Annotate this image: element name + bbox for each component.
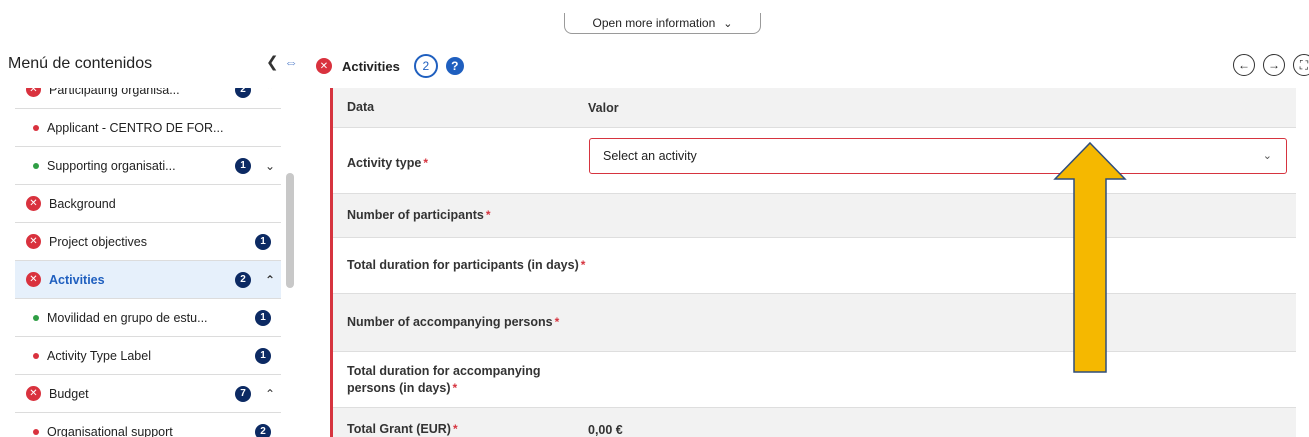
count-badge: 1 xyxy=(255,233,271,250)
question-icon[interactable]: ? xyxy=(445,57,464,75)
sidebar-item-background[interactable]: ✕ Background xyxy=(15,185,281,223)
x-circle-icon: ✕ xyxy=(26,88,41,97)
sidebar-scrollbar[interactable] xyxy=(286,173,294,288)
table-row: Total Grant (EUR) * 0,00 € xyxy=(333,408,1296,437)
table-header-row: Data Valor xyxy=(333,88,1296,128)
open-more-information-label: Open more information xyxy=(592,16,716,30)
sidebar-item-project-objectives[interactable]: ✕ Project objectives 1 xyxy=(15,223,281,261)
count-badge: 1 xyxy=(235,157,251,174)
status-dot-icon xyxy=(33,314,39,321)
required-asterisk: * xyxy=(580,258,586,272)
sidebar-item-label: Supporting organisati... xyxy=(47,158,176,173)
status-dot-icon xyxy=(33,428,39,435)
total-grant-value: 0,00 € xyxy=(588,422,623,437)
page-title: Activities xyxy=(342,58,400,74)
status-dot-icon xyxy=(33,352,39,359)
sidebar-item-supporting-organisations[interactable]: Supporting organisati... 1 ⌄ xyxy=(15,147,281,185)
field-label-text: Number of participants xyxy=(347,208,484,222)
count-badge: 1 xyxy=(255,347,271,364)
required-asterisk: * xyxy=(423,156,429,170)
field-label-text: Total Grant (EUR) xyxy=(347,422,451,436)
arrow-right-icon[interactable]: → xyxy=(1263,54,1285,76)
sidebar-scroll-area: ✕ Participating organisa... 2 ⌃ Applican… xyxy=(0,88,296,437)
chevron-down-icon: ⌄ xyxy=(723,17,733,30)
sidebar-item-organisational-support[interactable]: Organisational support 2 xyxy=(15,413,281,437)
field-label-text: Total duration for participants (in days… xyxy=(347,258,579,272)
sidebar-title: Menú de contenidos xyxy=(8,55,153,72)
sidebar-header: Menú de contenidos ❮ ⇔ xyxy=(8,53,300,75)
x-circle-icon: ✕ xyxy=(26,386,41,401)
required-asterisk: * xyxy=(452,380,458,395)
field-label-text: Number of accompanying persons xyxy=(347,315,553,329)
sidebar-item-applicant[interactable]: Applicant - CENTRO DE FOR... xyxy=(15,109,281,147)
field-label: Number of participants * xyxy=(333,207,588,224)
field-label: Number of accompanying persons * xyxy=(333,314,588,331)
error-count-badge[interactable]: 2 xyxy=(413,54,438,78)
sidebar-item-label: Background xyxy=(49,196,116,211)
table-row: Total duration for participants (in days… xyxy=(333,238,1296,294)
column-header-data: Data xyxy=(347,100,375,114)
field-label: Total duration for participants (in days… xyxy=(333,257,588,274)
chevron-up-icon[interactable]: ⌃ xyxy=(259,273,281,287)
sidebar-item-movilidad[interactable]: Movilidad en grupo de estu... 1 xyxy=(15,299,281,337)
field-label: Activity type * xyxy=(333,149,588,172)
field-label-text: Activity type xyxy=(347,156,422,170)
sidebar-item-label: Activities xyxy=(49,272,105,287)
sidebar-item-label: Participating organisa... xyxy=(49,88,180,97)
field-label-text: Total duration for accompanying persons … xyxy=(347,363,541,395)
field-label: Total duration for accompanying persons … xyxy=(333,363,588,397)
table-row: Number of participants * xyxy=(333,194,1296,238)
sidebar-item-label: Applicant - CENTRO DE FOR... xyxy=(47,120,224,135)
chevron-up-icon[interactable]: ⌃ xyxy=(259,88,281,97)
table-row: Total duration for accompanying persons … xyxy=(333,352,1296,408)
chevron-down-icon[interactable]: ⌄ xyxy=(259,159,281,173)
required-asterisk: * xyxy=(554,315,560,329)
status-dot-icon xyxy=(33,124,39,131)
open-more-information-toggle[interactable]: Open more information ⌄ xyxy=(564,13,761,34)
fullscreen-icon[interactable]: ⛶ xyxy=(1293,54,1309,76)
sidebar-item-label: Activity Type Label xyxy=(47,348,151,363)
x-circle-icon: ✕ xyxy=(26,272,41,287)
status-dot-icon xyxy=(33,162,39,169)
chevron-left-icon[interactable]: ❮ xyxy=(266,53,279,71)
activity-type-select[interactable]: Select an activity ⌄ xyxy=(589,138,1287,174)
x-circle-icon: ✕ xyxy=(26,234,41,249)
sidebar-item-budget[interactable]: ✕ Budget 7 ⌃ xyxy=(15,375,281,413)
required-asterisk: * xyxy=(485,208,491,222)
table-row: Number of accompanying persons * xyxy=(333,294,1296,352)
sidebar-item-label: Organisational support xyxy=(47,424,173,437)
double-arrow-icon[interactable]: ⇔ xyxy=(284,54,298,70)
annotation-arrow-shape xyxy=(1053,141,1127,373)
activities-table: Data Valor Activity type * Select an acti… xyxy=(330,88,1296,437)
sidebar-item-activity-type-label[interactable]: Activity Type Label 1 xyxy=(15,337,281,375)
chevron-down-icon: ⌄ xyxy=(1262,150,1272,162)
required-asterisk: * xyxy=(452,422,458,436)
activity-type-placeholder: Select an activity xyxy=(603,149,697,163)
sidebar-item-label: Movilidad en grupo de estu... xyxy=(47,310,208,325)
sidebar-item-label: Budget xyxy=(49,386,89,401)
column-header-valor: Valor xyxy=(588,100,619,115)
sidebar-item-label: Project objectives xyxy=(49,234,147,249)
field-label: Total Grant (EUR) * xyxy=(333,421,588,437)
count-badge: 1 xyxy=(255,309,271,326)
count-badge: 7 xyxy=(235,385,251,402)
sidebar-item-participating-organisations[interactable]: ✕ Participating organisa... 2 ⌃ xyxy=(15,88,281,109)
count-badge: 2 xyxy=(255,423,271,437)
sidebar-item-activities[interactable]: ✕ Activities 2 ⌃ xyxy=(15,261,281,299)
x-circle-icon: ✕ xyxy=(316,58,332,74)
content-menu-sidebar: Menú de contenidos ❮ ⇔ ✕ Participating o… xyxy=(0,40,300,437)
chevron-up-icon[interactable]: ⌃ xyxy=(259,387,281,401)
section-header: ✕ Activities 2 ? xyxy=(316,54,464,78)
arrow-left-icon[interactable]: ← xyxy=(1233,54,1255,76)
x-circle-icon: ✕ xyxy=(26,196,41,211)
count-badge: 2 xyxy=(235,88,251,98)
annotation-arrow xyxy=(1053,141,1127,373)
count-badge: 2 xyxy=(235,271,251,288)
